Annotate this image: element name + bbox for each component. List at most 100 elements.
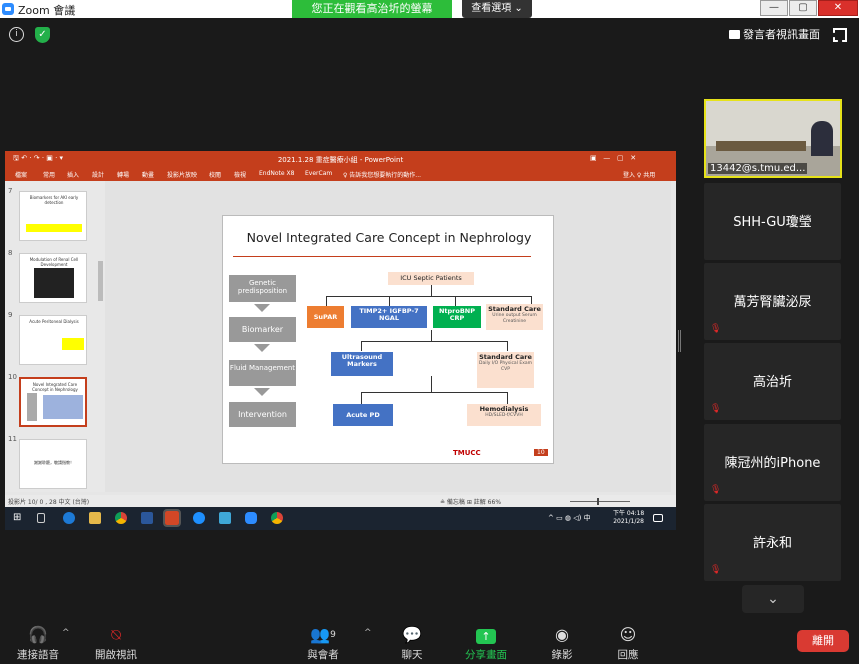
info-icon[interactable]: i <box>9 27 24 42</box>
zoom-logo-icon <box>2 3 14 15</box>
chrome-icon[interactable] <box>271 512 283 524</box>
thumb-title: Novel Integrated Care Concept in Nephrol… <box>32 382 78 392</box>
ntpro-box: NtproBNP CRP <box>433 306 481 328</box>
video-off-icon: ⍉ <box>111 625 121 644</box>
thumb-number: 9 <box>8 311 13 319</box>
task-view-icon[interactable] <box>37 513 45 523</box>
icu-box: ICU Septic Patients <box>388 272 474 285</box>
ribbon-tab[interactable]: 檔案 <box>15 170 27 179</box>
participants-icon: 👥9 <box>310 625 336 644</box>
ribbon-tab[interactable]: EverCam <box>305 170 332 177</box>
record-button[interactable]: ◉ 錄影 <box>532 624 592 662</box>
mic-muted-icon: 🎙 <box>710 404 722 414</box>
ribbon-tab[interactable]: 常用 <box>43 170 55 179</box>
slide-thumbnail-active[interactable]: Novel Integrated Care Concept in Nephrol… <box>19 377 87 427</box>
slide-thumbnail[interactable]: Modulation of Renal Cell Development <box>19 253 87 303</box>
standard-care-box: Standard Care Urine output Serum Creatin… <box>486 304 543 330</box>
share-screen-button[interactable]: ↑ 分享畫面 <box>456 624 516 662</box>
slide-thumbnail[interactable]: 謝謝聆聽，敬請指教！ <box>19 439 87 489</box>
speaker-view-label: 發言者視訊畫面 <box>743 28 820 41</box>
participants-button[interactable]: 👥9 與會者 <box>293 624 353 662</box>
join-audio-button[interactable]: 🎧 連接語音 <box>8 624 68 662</box>
chevron-down-icon[interactable]: ⌄ <box>742 585 804 613</box>
folder-icon[interactable] <box>89 512 101 524</box>
ribbon-tab[interactable]: EndNote X8 <box>259 170 294 177</box>
slide-thumbnail[interactable]: Biomarkers for AKI early detection <box>19 191 87 241</box>
thumb-number: 8 <box>8 249 13 257</box>
viewing-banner: 您正在觀看高治圻的螢幕 <box>292 0 452 18</box>
thumb-title: Biomarkers for AKI early detection <box>29 195 79 205</box>
participant-tile[interactable]: 陳冠州的iPhone 🎙 <box>704 424 841 501</box>
maximize-button[interactable]: ▢ <box>789 0 817 16</box>
resize-handle[interactable] <box>678 330 681 352</box>
chrome-icon[interactable] <box>115 512 127 524</box>
ribbon-tab[interactable]: 檢視 <box>234 170 246 179</box>
standard-care-title: Standard Care <box>488 305 541 313</box>
fullscreen-icon[interactable] <box>833 28 847 42</box>
participant-tile[interactable]: 萬芳腎臟泌尿 🎙 <box>704 263 841 340</box>
standard-care-sub: Urine output Serum Creatinine <box>492 313 537 324</box>
ribbon-tab[interactable]: 設計 <box>92 170 104 179</box>
chat-button[interactable]: 💬 聊天 <box>382 624 442 662</box>
thumb-number: 11 <box>8 435 17 443</box>
participant-tile[interactable]: 許永和 🎙 <box>704 504 841 581</box>
ppt-window-controls[interactable]: ▣ — ▢ ✕ <box>590 154 636 162</box>
powerpoint-icon[interactable] <box>163 509 181 527</box>
ribbon-tab[interactable]: 動畫 <box>142 170 154 179</box>
share-screen-label: 分享畫面 <box>465 649 507 661</box>
ribbon-tab[interactable]: 插入 <box>67 170 79 179</box>
ppt-title-bar: 🖫 ↶ · ↷ · ▣ · ▾ 2021.1.28 重症醫療小組 - Power… <box>5 151 676 167</box>
windows-start-icon[interactable]: ⊞ <box>13 512 25 524</box>
slide-thumbnail-pane: 7 Biomarkers for AKI early detection 8 M… <box>5 181 105 492</box>
ribbon-tab[interactable]: 轉場 <box>117 170 129 179</box>
minimize-button[interactable]: — <box>760 0 788 16</box>
app-icon[interactable] <box>219 512 231 524</box>
clock-time: 下午 04:18 <box>613 510 645 517</box>
active-speaker-video[interactable]: 13442@s.tmu.ed... <box>704 99 842 178</box>
clock: 下午 04:18 2021/1/28 <box>613 510 644 526</box>
grid-icon <box>729 30 740 39</box>
window-title: Zoom 會議 <box>18 4 76 17</box>
participant-name: 高治圻 <box>752 375 792 390</box>
record-label: 錄影 <box>551 649 573 661</box>
chat-label: 聊天 <box>401 649 423 661</box>
leave-button[interactable]: 離開 <box>797 630 849 652</box>
ie-icon[interactable] <box>193 512 205 524</box>
standard-care-sub: Daily I/O Physical Exam CVP <box>478 361 532 372</box>
participant-tile[interactable]: 高治圻 🎙 <box>704 343 841 420</box>
thumb-title: 謝謝聆聽，敬請指教！ <box>34 460 74 465</box>
audio-options-caret[interactable]: ^ <box>62 628 70 638</box>
mic-muted-icon: 🎙 <box>710 565 722 575</box>
zoom-taskbar-icon[interactable] <box>245 512 257 524</box>
view-options-button[interactable]: 查看選項 ⌄ <box>462 0 532 18</box>
reactions-label: 回應 <box>617 649 639 661</box>
notification-icon[interactable] <box>653 514 663 522</box>
speaker-view-button[interactable]: 發言者視訊畫面 <box>725 25 820 45</box>
participants-label: 與會者 <box>307 649 339 661</box>
clock-date: 2021/1/28 <box>613 517 644 525</box>
participants-count: 9 <box>330 630 336 640</box>
mic-muted-icon: 🎙 <box>710 324 722 334</box>
timp-box: TIMP2+ IGFBP-7 NGAL <box>351 306 427 328</box>
tray-icons[interactable]: ^ ▭ ◍ ◁) 中 <box>548 513 591 523</box>
headphones-icon: 🎧 <box>28 625 48 644</box>
ppt-account[interactable]: 登入 ♀ 共用 <box>623 170 655 179</box>
participants-options-caret[interactable]: ^ <box>364 628 372 638</box>
participant-name: 萬芳腎臟泌尿 <box>733 295 812 310</box>
slide-page-number: 10 <box>534 449 548 456</box>
standard-care-title: Standard Care <box>479 353 532 361</box>
share-screen-icon: ↑ <box>456 624 516 646</box>
tell-me-search[interactable]: ♀ 告訴我您想要執行的動作... <box>343 170 421 179</box>
participant-tile[interactable]: SHH-GU瓊瑩 <box>704 183 841 260</box>
ribbon-tab[interactable]: 校閱 <box>209 170 221 179</box>
participant-name: 陳冠州的iPhone <box>724 456 821 471</box>
edge-icon[interactable] <box>63 512 75 524</box>
ribbon-tab[interactable]: 投影片放映 <box>167 170 197 179</box>
join-audio-label: 連接語音 <box>17 649 59 661</box>
close-button[interactable]: ✕ <box>818 0 858 16</box>
reactions-button[interactable]: ☺ 回應 <box>598 624 658 662</box>
start-video-button[interactable]: ⍉ 開啟視訊 <box>86 624 146 662</box>
slide-thumbnail[interactable]: Acute Peritoneal Dialysis <box>19 315 87 365</box>
word-icon[interactable] <box>141 512 153 524</box>
shield-icon[interactable]: ✓ <box>35 27 50 43</box>
